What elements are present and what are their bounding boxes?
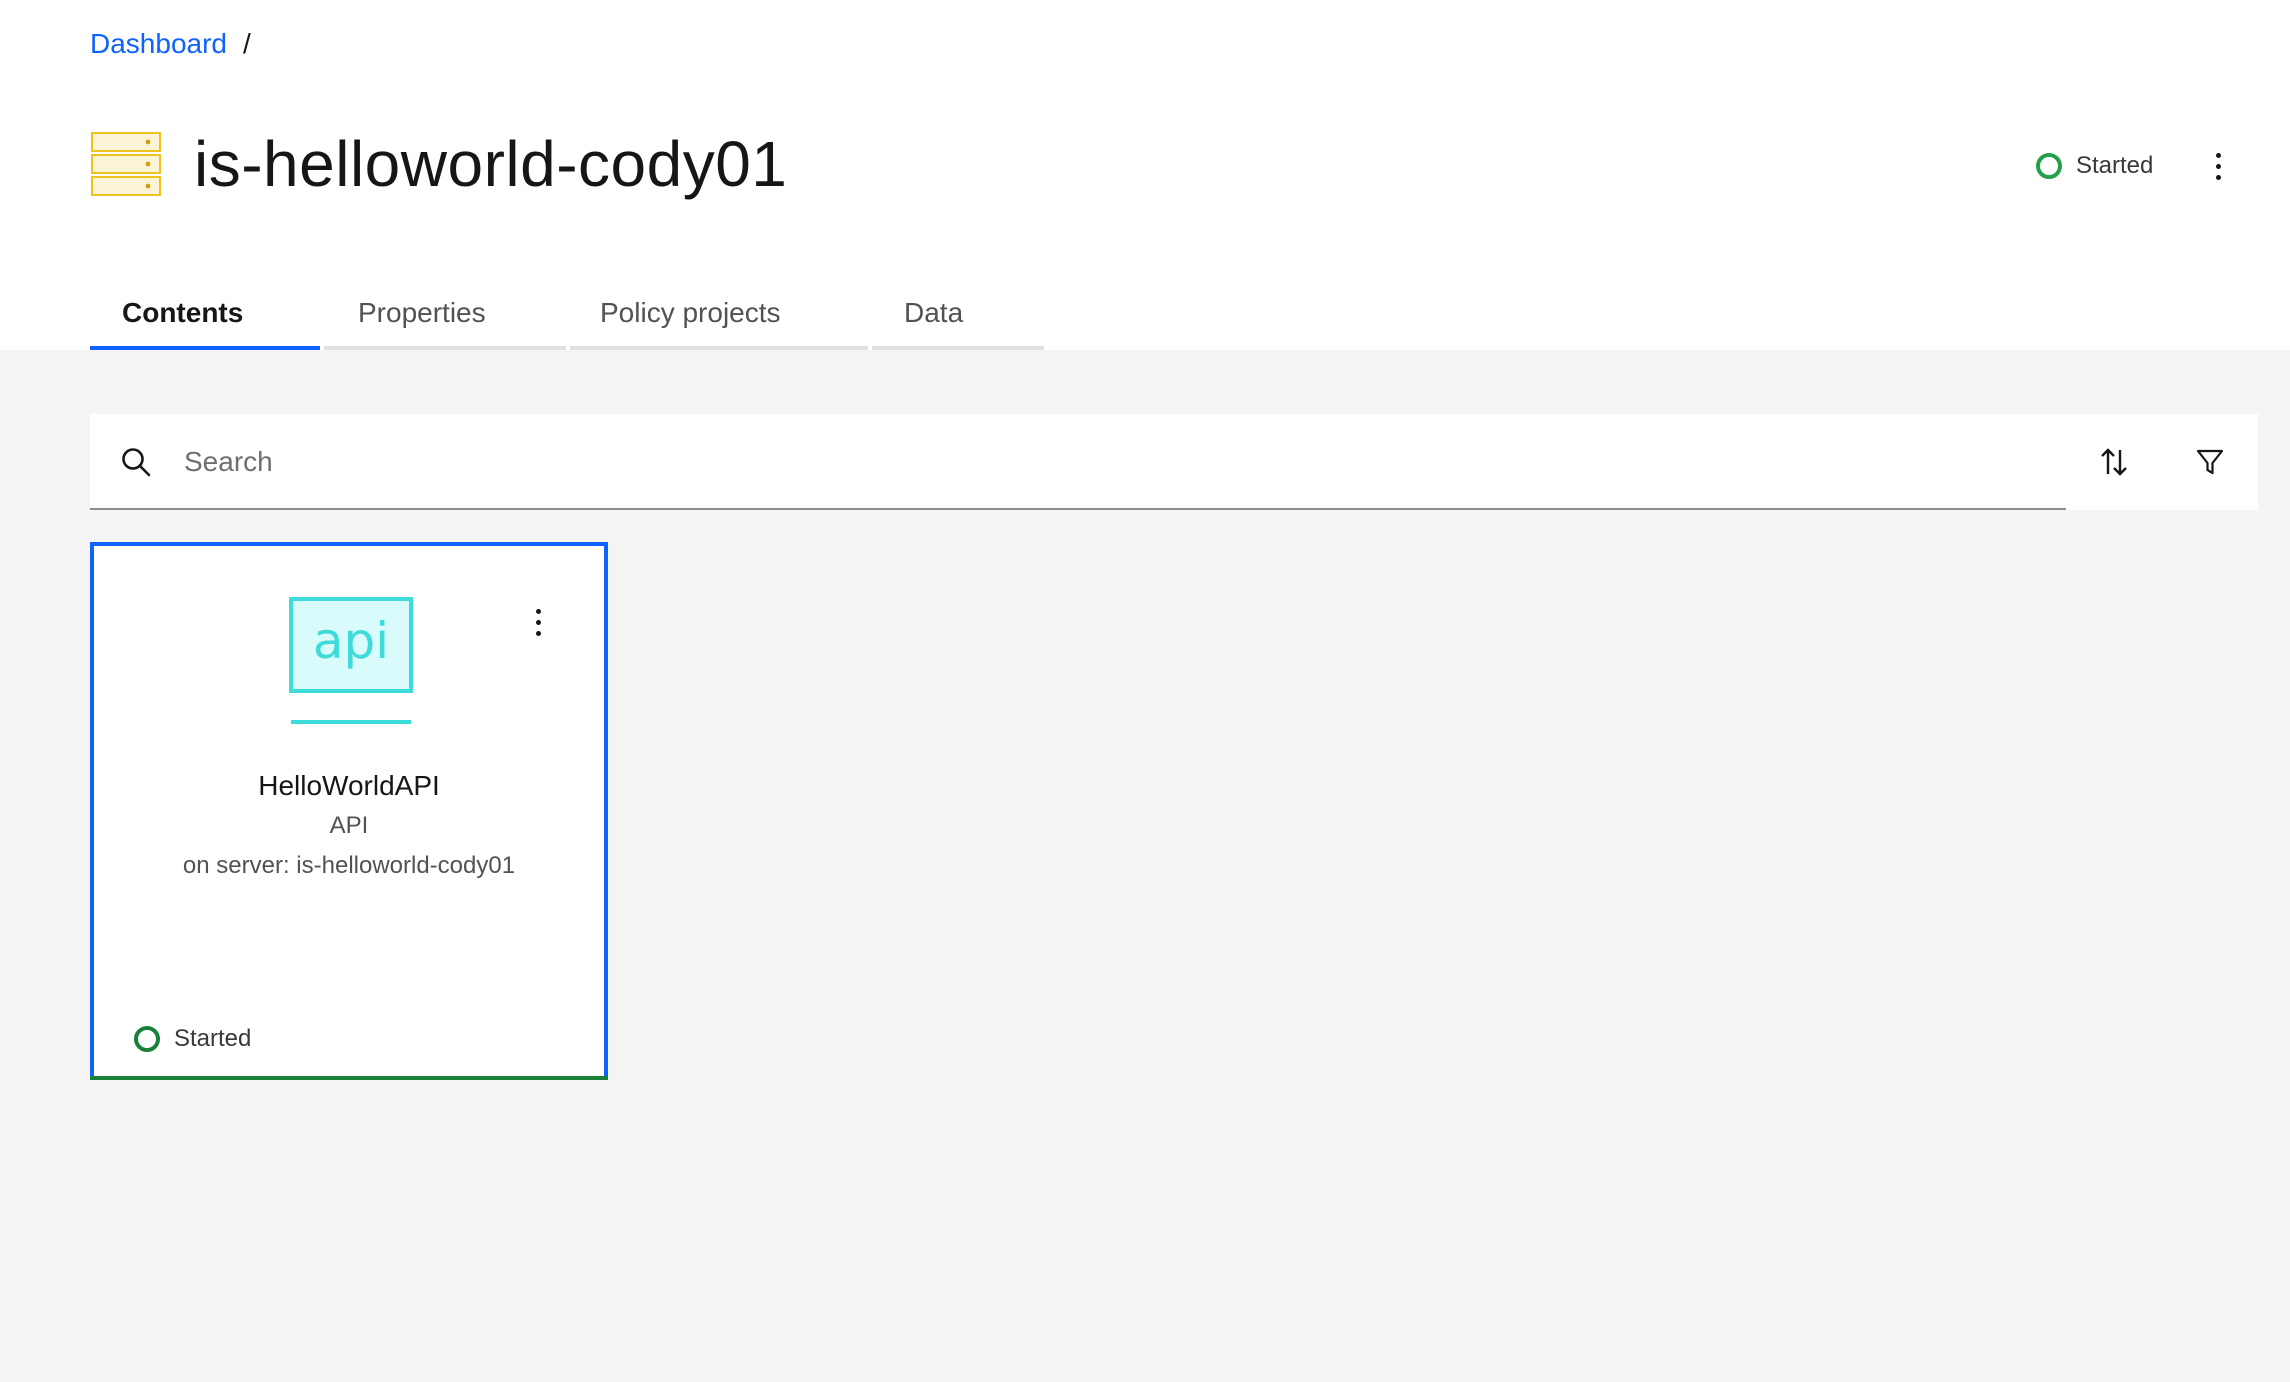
search-toolbar bbox=[90, 414, 2258, 510]
server-status: Started bbox=[2036, 150, 2153, 182]
sort-button[interactable] bbox=[2066, 414, 2162, 510]
breadcrumb: Dashboard / bbox=[90, 26, 251, 62]
card-status-label: Started bbox=[174, 1025, 252, 1052]
tab-policy-projects[interactable]: Policy projects bbox=[570, 280, 868, 350]
page-header-area: Dashboard / is-helloworld-cody01 Started… bbox=[0, 0, 2290, 350]
breadcrumb-separator: / bbox=[242, 28, 251, 59]
server-status-label: Started bbox=[2076, 152, 2154, 179]
search-field bbox=[90, 414, 2066, 510]
api-icon-label: api bbox=[313, 612, 389, 670]
breadcrumb-dashboard-link[interactable]: Dashboard bbox=[90, 28, 227, 60]
sort-icon bbox=[2101, 448, 2127, 476]
filter-button[interactable] bbox=[2162, 414, 2258, 510]
tab-list: Contents Properties Policy projects Data bbox=[90, 280, 1048, 350]
card-overflow-menu-icon[interactable] bbox=[518, 602, 558, 642]
tab-properties[interactable]: Properties bbox=[324, 280, 566, 350]
api-icon: api bbox=[289, 597, 413, 724]
card-type: API bbox=[329, 812, 369, 839]
card-status-bar bbox=[90, 1076, 608, 1080]
card-status: Started bbox=[134, 1024, 251, 1054]
search-input[interactable] bbox=[184, 438, 2044, 486]
page-title: is-helloworld-cody01 bbox=[194, 128, 788, 200]
card-title: HelloWorldAPI bbox=[258, 770, 440, 801]
server-stack-icon bbox=[91, 132, 161, 196]
status-started-icon bbox=[134, 1026, 160, 1052]
tab-contents[interactable]: Contents bbox=[90, 280, 320, 350]
card-server: on server: is-helloworld-cody01 bbox=[182, 852, 516, 879]
server-overflow-menu-icon[interactable] bbox=[2198, 146, 2238, 186]
status-started-icon bbox=[2036, 153, 2062, 179]
filter-icon bbox=[2196, 449, 2224, 475]
search-icon bbox=[122, 448, 151, 477]
tab-data[interactable]: Data bbox=[872, 280, 1044, 350]
content-card-helloworldapi[interactable]: api HelloWorldAPI API on server: is-hell… bbox=[90, 542, 608, 1080]
